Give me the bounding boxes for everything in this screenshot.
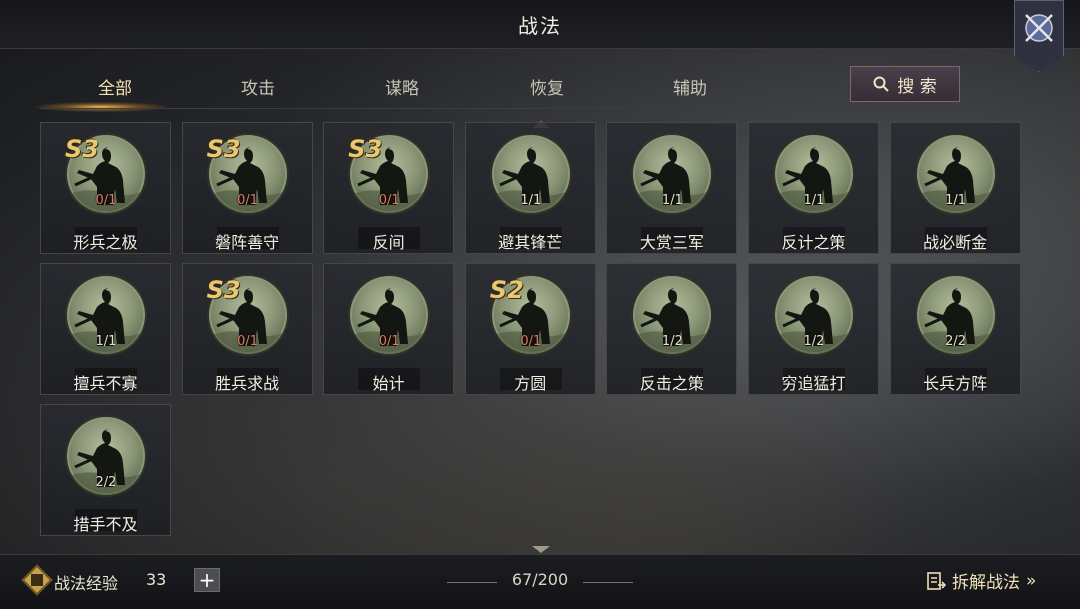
tactic-card[interactable]: 1/2 反击之策 — [606, 263, 738, 395]
general-portrait-icon: 1/1 — [631, 133, 714, 215]
dismantle-arrow-icon: » — [1026, 570, 1037, 591]
count-divider-right — [583, 582, 633, 583]
tactic-name: 长兵方阵 — [923, 374, 988, 393]
dismantle-tactics-button[interactable]: 拆解战法 » — [926, 568, 1036, 593]
season-grade-badge: S3 — [348, 135, 383, 163]
tactic-card[interactable]: 1/1 大赏三军 — [606, 122, 738, 254]
general-portrait-icon: 1/1 — [65, 274, 147, 356]
tactic-exp-label: 战法经验 — [54, 574, 119, 593]
tab-strategy[interactable]: 谋略 — [342, 74, 462, 99]
tactic-count: 1/1 — [95, 334, 117, 349]
tactic-card[interactable]: 1/1 反计之策 — [748, 122, 879, 254]
tactic-count: 0/1 — [237, 193, 259, 208]
general-portrait-icon: 0/1 — [348, 274, 431, 356]
tab-recovery[interactable]: 恢复 — [487, 74, 607, 99]
season-grade-badge: S2 — [489, 276, 524, 304]
tactic-card[interactable]: 1/1 擅兵不寡 — [40, 263, 171, 395]
search-button[interactable]: 搜 索 — [850, 66, 960, 102]
tactic-name: 反间 — [372, 233, 405, 252]
tactic-count: 0/1 — [237, 334, 259, 349]
tactic-card[interactable]: 1/2 穷追猛打 — [748, 263, 879, 395]
tactic-name: 磐阵善守 — [215, 233, 280, 252]
tabs-divider — [40, 108, 1025, 109]
general-portrait-icon: 1/2 — [631, 274, 714, 356]
tactic-name: 形兵之极 — [73, 233, 138, 252]
tactic-card[interactable]: 0/1 S2 方圆 — [464, 263, 596, 395]
search-label: 搜 索 — [897, 76, 937, 97]
tactic-card[interactable]: 0/1 S3 磐阵善守 — [181, 122, 313, 254]
category-tabs: 全部 攻击 谋略 恢复 辅助 — [40, 62, 980, 108]
active-tab-indicator — [36, 102, 166, 112]
tab-support[interactable]: 辅助 — [630, 74, 750, 99]
page-title: 战法 — [518, 14, 562, 38]
title-bar: 战法 — [0, 0, 1080, 49]
tactic-card[interactable]: 2/2 长兵方阵 — [889, 263, 1021, 395]
tactic-name: 始计 — [372, 374, 405, 393]
tactic-count: 2/2 — [945, 334, 967, 349]
scroll-down-arrow-icon[interactable] — [532, 546, 550, 553]
tab-attack[interactable]: 攻击 — [198, 74, 318, 99]
season-grade-badge: S3 — [65, 135, 99, 163]
tactic-total-count: 67/200 — [511, 570, 569, 589]
tab-all[interactable]: 全部 — [55, 74, 175, 99]
season-grade-badge: S3 — [206, 276, 241, 304]
tactic-name: 反计之策 — [781, 233, 846, 252]
tactic-name: 胜兵求战 — [215, 374, 280, 393]
tactic-count: 1/2 — [661, 334, 683, 349]
general-portrait-icon: 2/2 — [914, 274, 997, 356]
tactic-card[interactable]: 0/1 S3 形兵之极 — [40, 122, 171, 254]
tactic-count: 1/1 — [520, 193, 542, 208]
season-grade-badge: S3 — [206, 135, 241, 163]
tactic-name: 大赏三军 — [639, 233, 704, 252]
tactic-count: 1/2 — [803, 334, 825, 349]
bottom-bar: 战法经验 33 + 67/200 拆解战法 » — [0, 554, 1080, 609]
tactic-count: 1/1 — [803, 193, 825, 208]
tactic-count: 1/1 — [661, 193, 683, 208]
tactic-card[interactable]: 0/1 始计 — [323, 263, 455, 395]
tactic-count: 0/1 — [378, 193, 400, 208]
dismantle-icon — [927, 571, 946, 590]
general-portrait-icon: 1/1 — [489, 133, 572, 215]
tactic-name: 避其锋芒 — [498, 233, 563, 252]
tactic-name: 擅兵不寡 — [73, 374, 138, 393]
general-portrait-icon: 2/2 — [65, 415, 147, 497]
tactic-card[interactable]: 2/2 措手不及 — [40, 404, 171, 536]
tactic-exp-icon-inner — [31, 574, 43, 586]
tactic-card[interactable]: 1/1 战必断金 — [889, 122, 1021, 254]
close-crossed-swords-icon[interactable] — [1014, 0, 1064, 72]
tactic-count: 1/1 — [945, 193, 967, 208]
dismantle-label: 拆解战法 — [952, 573, 1020, 593]
tactic-name: 战必断金 — [923, 233, 988, 252]
general-portrait-icon: 1/2 — [773, 274, 855, 356]
add-exp-button[interactable]: + — [194, 568, 220, 592]
tactic-count: 0/1 — [95, 193, 117, 208]
tactic-name: 穷追猛打 — [781, 374, 846, 393]
search-icon — [873, 76, 890, 92]
general-portrait-icon: 1/1 — [773, 133, 855, 215]
tactic-count: 0/1 — [520, 334, 542, 349]
tactic-name: 反击之策 — [639, 374, 704, 393]
tactic-card[interactable]: 0/1 S3 胜兵求战 — [181, 263, 313, 395]
tactic-count: 0/1 — [378, 334, 400, 349]
tactic-name: 措手不及 — [73, 515, 138, 534]
tactic-card[interactable]: 0/1 S3 反间 — [323, 122, 455, 254]
tactic-count: 2/2 — [95, 475, 117, 490]
general-portrait-icon: 1/1 — [914, 133, 997, 215]
tactic-name: 方圆 — [514, 374, 547, 393]
tactic-exp-value: 33 — [146, 570, 167, 589]
tactic-card[interactable]: 1/1 避其锋芒 — [464, 122, 596, 254]
